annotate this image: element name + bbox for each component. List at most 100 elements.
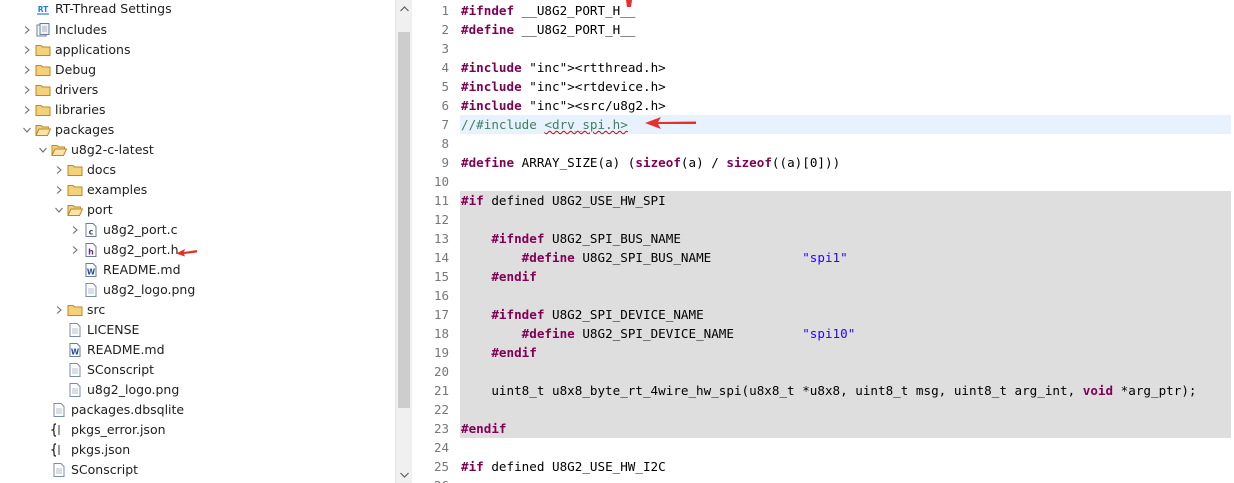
tree-item[interactable]: RT RT-Thread Settings bbox=[0, 0, 395, 19]
chevron-down-icon[interactable] bbox=[22, 120, 32, 140]
code-line[interactable]: 26 bbox=[412, 476, 1234, 483]
code-line[interactable]: 24 bbox=[412, 438, 1234, 457]
code-line[interactable]: 17 #ifndef U8G2_SPI_DEVICE_NAME bbox=[412, 305, 1234, 324]
chevron-right-icon[interactable] bbox=[70, 220, 80, 240]
line-number: 24 bbox=[433, 440, 449, 455]
tree-item[interactable]: LICENSE bbox=[0, 320, 395, 340]
code-line[interactable]: 7 //#include <drv_spi.h> bbox=[412, 115, 1234, 134]
tree-item[interactable]: Debug bbox=[0, 60, 395, 80]
tree-item[interactable]: src bbox=[0, 300, 395, 320]
tree-item[interactable]: c u8g2_port.c bbox=[0, 220, 395, 240]
tree-item[interactable]: applications bbox=[0, 40, 395, 60]
tree-item[interactable]: u8g2_logo.png bbox=[0, 380, 395, 400]
chevron-right-icon[interactable] bbox=[54, 180, 64, 200]
code-text: #ifndef U8G2_SPI_BUS_NAME bbox=[491, 231, 681, 246]
folder-icon bbox=[67, 182, 83, 198]
line-number: 17 bbox=[433, 307, 449, 322]
line-number: 12 bbox=[433, 212, 449, 227]
code-line[interactable]: 4 #include "inc"><rtthread.h> bbox=[412, 58, 1234, 77]
tree-item-label: packages.dbsqlite bbox=[71, 402, 185, 417]
explorer-scroll-thumb[interactable] bbox=[398, 32, 410, 408]
scroll-up-icon[interactable] bbox=[396, 0, 412, 17]
tree-item[interactable]: u8g2_logo.png bbox=[0, 280, 395, 300]
code-line[interactable]: 11 #if defined U8G2_USE_HW_SPI bbox=[412, 191, 1234, 210]
folder-icon bbox=[35, 42, 51, 58]
chevron-right-icon[interactable] bbox=[22, 80, 32, 100]
tree-item[interactable]: SConscript bbox=[0, 360, 395, 380]
folder-icon bbox=[67, 162, 83, 178]
line-number: 11 bbox=[433, 193, 449, 208]
svg-text:RT: RT bbox=[38, 5, 49, 14]
tree-item[interactable]: examples bbox=[0, 180, 395, 200]
line-number: 4 bbox=[441, 60, 449, 75]
tree-item-label: port bbox=[87, 202, 113, 217]
file-icon bbox=[83, 282, 99, 298]
line-number: 14 bbox=[433, 250, 449, 265]
explorer-scrollbar[interactable] bbox=[395, 0, 412, 483]
folder-open-icon bbox=[67, 202, 84, 218]
tree-item[interactable]: Includes bbox=[0, 20, 395, 40]
chevron-right-icon[interactable] bbox=[22, 60, 32, 80]
tree-item[interactable]: SConscript bbox=[0, 460, 395, 480]
tree-item[interactable]: pkgs_error.json bbox=[0, 420, 395, 440]
code-line[interactable]: 14 #define U8G2_SPI_BUS_NAME "spi1" bbox=[412, 248, 1234, 267]
chevron-right-icon[interactable] bbox=[22, 20, 32, 40]
code-line[interactable]: 5 #include "inc"><rtdevice.h> bbox=[412, 77, 1234, 96]
code-line[interactable]: 18 #define U8G2_SPI_DEVICE_NAME "spi10" bbox=[412, 324, 1234, 343]
code-line[interactable]: 3 bbox=[412, 39, 1234, 58]
chevron-right-icon[interactable] bbox=[54, 160, 64, 180]
code-line[interactable]: 19 #endif bbox=[412, 343, 1234, 362]
tree-item[interactable]: libraries bbox=[0, 100, 395, 120]
chevron-right-icon[interactable] bbox=[22, 100, 32, 120]
code-line[interactable]: 22 bbox=[412, 400, 1234, 419]
tree-item[interactable]: docs bbox=[0, 160, 395, 180]
chevron-right-icon[interactable] bbox=[70, 240, 80, 260]
code-editor[interactable]: 1 #ifndef __U8G2_PORT_H__ 2 #define __U8G2_… bbox=[412, 0, 1234, 483]
code-text: uint8_t u8x8_byte_rt_4wire_hw_spi(u8x8_t… bbox=[461, 383, 1197, 398]
tree-item-label: README.md bbox=[103, 262, 181, 277]
code-line[interactable]: 21 uint8_t u8x8_byte_rt_4wire_hw_spi(u8x… bbox=[412, 381, 1234, 400]
code-line[interactable]: 23 #endif bbox=[412, 419, 1234, 438]
code-line[interactable]: 1 #ifndef __U8G2_PORT_H__ bbox=[412, 1, 1234, 20]
code-line[interactable]: 20 bbox=[412, 362, 1234, 381]
code-text: #include "inc"><src/u8g2.h> bbox=[461, 98, 666, 113]
tree-item-label: src bbox=[87, 302, 106, 317]
code-line[interactable]: 25 #if defined U8G2_USE_HW_I2C bbox=[412, 457, 1234, 476]
code-line[interactable]: 6 #include "inc"><src/u8g2.h> bbox=[412, 96, 1234, 115]
line-number: 20 bbox=[433, 364, 449, 379]
code-line[interactable]: 13 #ifndef U8G2_SPI_BUS_NAME bbox=[412, 229, 1234, 248]
tree-item[interactable]: W README.md bbox=[0, 260, 395, 280]
tree-item[interactable]: u8g2-c-latest bbox=[0, 140, 395, 160]
code-line[interactable]: 9 #define ARRAY_SIZE(a) (sizeof(a) / size… bbox=[412, 153, 1234, 172]
code-line[interactable]: 15 #endif bbox=[412, 267, 1234, 286]
tree-item[interactable]: packages bbox=[0, 120, 395, 140]
tree-item[interactable]: port bbox=[0, 200, 395, 220]
line-number: 16 bbox=[433, 288, 449, 303]
chevron-down-icon[interactable] bbox=[38, 140, 48, 160]
code-line[interactable]: 16 bbox=[412, 286, 1234, 305]
code-line[interactable]: 10 bbox=[412, 172, 1234, 191]
chevron-right-icon[interactable] bbox=[22, 40, 32, 60]
folder-open-icon bbox=[51, 142, 68, 158]
chevron-right-icon[interactable] bbox=[54, 300, 64, 320]
tree-item[interactable]: drivers bbox=[0, 80, 395, 100]
code-line[interactable]: 12 bbox=[412, 210, 1234, 229]
chevron-down-icon[interactable] bbox=[54, 200, 64, 220]
tree-item-label: packages bbox=[55, 122, 115, 137]
tree-item[interactable]: pkgs.json bbox=[0, 440, 395, 460]
tree-item[interactable]: W README.md bbox=[0, 340, 395, 360]
c-file-icon: c bbox=[83, 222, 99, 238]
tree-item[interactable]: packages.dbsqlite bbox=[0, 400, 395, 420]
code-line[interactable]: 8 bbox=[412, 134, 1234, 153]
scroll-down-icon[interactable] bbox=[396, 466, 412, 483]
tree-item-label: Includes bbox=[55, 22, 108, 37]
code-line[interactable]: 2 #define __U8G2_PORT_H__ bbox=[412, 20, 1234, 39]
